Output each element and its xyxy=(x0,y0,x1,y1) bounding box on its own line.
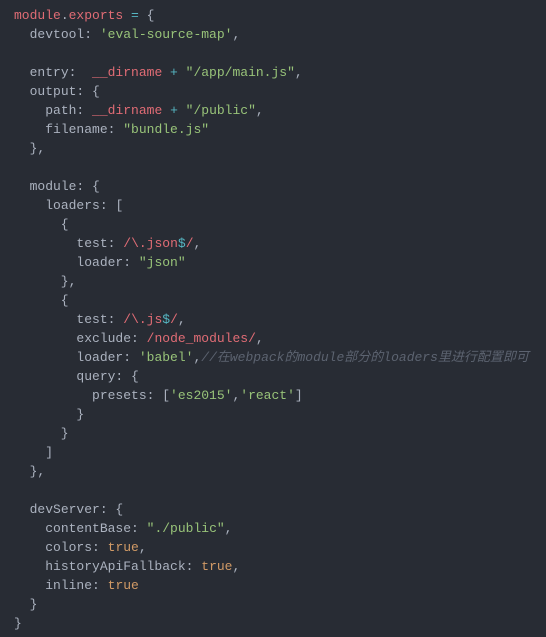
regex-body: node_modules xyxy=(154,331,248,346)
key-loaders: loaders: xyxy=(45,198,107,213)
regex-slash: / xyxy=(123,236,131,251)
regex-body: \.json xyxy=(131,236,178,251)
regex-slash: / xyxy=(123,312,131,327)
token-eq: = xyxy=(131,8,139,23)
token-plus: + xyxy=(162,103,185,118)
key-presets: presets: xyxy=(92,388,154,403)
token-dirname: __dirname xyxy=(92,103,162,118)
val-contentbase: "./public" xyxy=(147,521,225,536)
val-output-filename: "bundle.js" xyxy=(123,122,209,137)
key-module: module: xyxy=(30,179,85,194)
val-inline: true xyxy=(108,578,139,593)
val-entry-path: "/app/main.js" xyxy=(186,65,295,80)
val-output-path: "/public" xyxy=(186,103,256,118)
key-output-path: path: xyxy=(45,103,84,118)
token-module: module xyxy=(14,8,61,23)
key-devtool: devtool: xyxy=(30,27,92,42)
key-historyapifallback: historyApiFallback: xyxy=(45,559,193,574)
preset-0: 'es2015' xyxy=(170,388,232,403)
preset-1: 'react' xyxy=(240,388,295,403)
key-loader: loader: xyxy=(76,255,131,270)
token-exports: exports xyxy=(69,8,124,23)
val-loader: "json" xyxy=(139,255,186,270)
token-dirname: __dirname xyxy=(92,65,162,80)
regex-dollar: $ xyxy=(162,312,170,327)
regex-slash: / xyxy=(248,331,256,346)
code-block: module.exports = { devtool: 'eval-source… xyxy=(0,0,546,637)
regex-slash: / xyxy=(186,236,194,251)
key-output-filename: filename: xyxy=(45,122,115,137)
token-dot: . xyxy=(61,8,69,23)
key-query: query: xyxy=(76,369,123,384)
regex-slash: / xyxy=(170,312,178,327)
key-devserver: devServer: xyxy=(30,502,108,517)
key-loader: loader: xyxy=(76,350,131,365)
key-output: output: xyxy=(30,84,85,99)
key-inline: inline: xyxy=(45,578,100,593)
key-colors: colors: xyxy=(45,540,100,555)
val-colors: true xyxy=(108,540,139,555)
token-plus: + xyxy=(162,65,185,80)
key-contentbase: contentBase: xyxy=(45,521,139,536)
key-test: test: xyxy=(76,236,115,251)
comment: //在webpack的module部分的loaders里进行配置即可 xyxy=(201,350,529,365)
val-devtool: 'eval-source-map' xyxy=(100,27,233,42)
val-loader: 'babel' xyxy=(139,350,194,365)
regex-dollar: $ xyxy=(178,236,186,251)
key-entry: entry: xyxy=(30,65,77,80)
key-exclude: exclude: xyxy=(76,331,138,346)
regex-body: \.js xyxy=(131,312,162,327)
val-historyapifallback: true xyxy=(201,559,232,574)
key-test: test: xyxy=(76,312,115,327)
